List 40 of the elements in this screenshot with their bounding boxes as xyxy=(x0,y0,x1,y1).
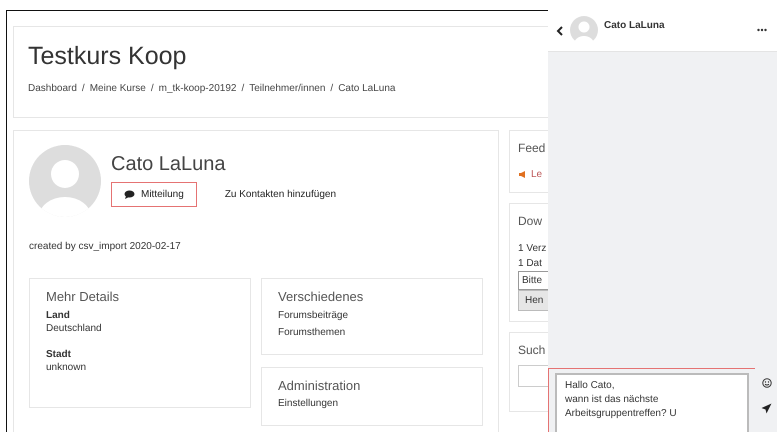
select-field[interactable]: Bitte xyxy=(518,270,549,290)
more-icon[interactable] xyxy=(757,28,767,32)
breadcrumb-link[interactable]: Meine Kurse xyxy=(90,81,146,96)
block-title: Such xyxy=(518,342,546,358)
section-link[interactable]: Einstellungen xyxy=(278,397,466,411)
breadcrumb-separator: / xyxy=(330,82,334,96)
block-title: Dow xyxy=(518,214,544,229)
message-field[interactable]: Hallo Cato, wann ist das nächste Arbeitsgruppentreffen? U xyxy=(555,373,749,432)
block-link[interactable]: Le xyxy=(531,169,542,180)
emoji-icon[interactable] xyxy=(762,378,772,388)
breadcrumb-link[interactable]: Dashboard xyxy=(28,81,77,96)
block-title: Feed xyxy=(518,141,546,156)
field-value: unknown xyxy=(46,361,88,375)
section-title: Verschiedenes xyxy=(278,289,364,305)
breadcrumb-link[interactable]: Cato LaLuna xyxy=(338,81,396,96)
section-link[interactable]: Forumsbeiträge xyxy=(278,308,466,322)
block-button[interactable]: Hen xyxy=(518,290,549,311)
field-value: Deutschland xyxy=(46,322,103,336)
section-title: Mehr Details xyxy=(46,289,120,305)
megaphone-icon xyxy=(518,169,528,180)
breadcrumb-separator: / xyxy=(150,82,154,96)
block-text: 1 Dat xyxy=(518,256,543,271)
speech-bubble-icon xyxy=(124,190,135,199)
breadcrumb-link[interactable]: m_tk-koop-20192 xyxy=(158,81,236,96)
field-label: Land xyxy=(46,308,71,322)
course-title: Testkurs Koop xyxy=(28,41,188,71)
avatar-icon xyxy=(570,16,598,44)
breadcrumb-link[interactable]: Teilnehmer/innen xyxy=(249,81,326,96)
profile-name: Cato LaLuna xyxy=(111,152,227,177)
field-label: Stadt xyxy=(46,348,72,362)
created-text: created by csv_import 2020-02-17 xyxy=(29,240,182,254)
contact-name: Cato LaLuna xyxy=(604,19,665,33)
section-link[interactable]: Forumsthemen xyxy=(278,326,466,340)
breadcrumb-separator: / xyxy=(82,82,85,96)
send-icon[interactable] xyxy=(761,403,772,414)
message-button[interactable]: Mitteilung xyxy=(111,182,197,207)
breadcrumb-separator: / xyxy=(241,82,244,96)
section-title: Administration xyxy=(278,378,362,394)
back-icon[interactable] xyxy=(556,26,564,36)
block-text: 1 Verz xyxy=(518,242,548,256)
